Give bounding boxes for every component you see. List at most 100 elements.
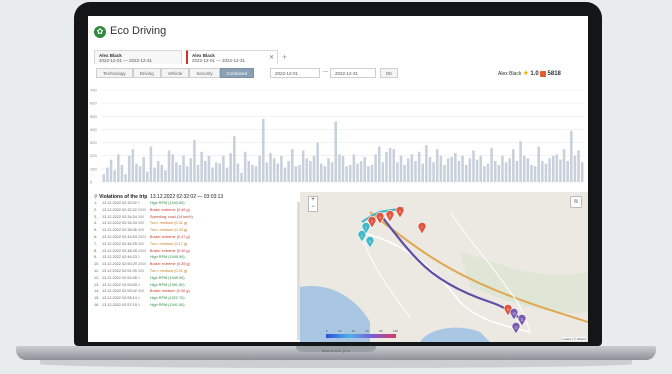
chart-bar[interactable] xyxy=(417,151,421,182)
chart-bar[interactable] xyxy=(580,162,584,182)
chart-bar[interactable] xyxy=(559,159,562,182)
chart-bar[interactable] xyxy=(399,155,403,182)
chart-bar[interactable] xyxy=(287,160,290,182)
chart-bar[interactable] xyxy=(341,155,345,182)
chart-bar[interactable] xyxy=(167,150,171,182)
chart-bar[interactable] xyxy=(309,160,312,182)
violation-row[interactable]: 15. 13.12.2022 02:55:14 1 High RPM (1922.7… xyxy=(94,295,300,302)
chart-bar[interactable] xyxy=(312,155,316,182)
chart-bar[interactable] xyxy=(200,151,203,182)
chart-bar[interactable] xyxy=(425,145,428,182)
violation-row[interactable]: 4. 13.12.2022 02:34:34 300 Turn: medium (0… xyxy=(94,220,300,227)
chart-bar[interactable] xyxy=(109,159,113,182)
chart-bar[interactable] xyxy=(428,157,432,182)
violation-row[interactable]: 10. 13.12.2022 02:50:29 2000 Brake: extrem… xyxy=(94,261,300,268)
chart-bar[interactable] xyxy=(305,158,309,182)
filter-security[interactable]: Security xyxy=(189,68,220,78)
chart-bar[interactable] xyxy=(283,167,287,182)
chart-bar[interactable] xyxy=(265,162,269,182)
chart-bar[interactable] xyxy=(446,158,450,182)
chart-bar[interactable] xyxy=(464,164,468,182)
chart-bar[interactable] xyxy=(298,164,301,182)
chart-bar[interactable] xyxy=(555,154,559,182)
filter-vehicle[interactable]: Vehicle xyxy=(160,68,190,78)
zoom-out-button[interactable]: − xyxy=(309,204,317,211)
chart-bar[interactable] xyxy=(269,153,272,182)
chart-bar[interactable] xyxy=(211,167,214,182)
violation-row[interactable]: 12. 13.12.2022 02:52:08 1 High RPM (1949.9… xyxy=(94,275,300,282)
trip-map[interactable]: 1 2 3 4 5 6 7 8 9 10 11 12 + − ≋ 0 20 40 60 80 100 … xyxy=(300,192,588,342)
chart-bar[interactable] xyxy=(541,160,544,182)
chart-bar[interactable] xyxy=(254,166,258,182)
add-tab-icon[interactable]: + xyxy=(282,52,287,62)
chart-bar[interactable] xyxy=(327,158,330,182)
chart-bar[interactable] xyxy=(189,158,193,182)
chart-bar[interactable] xyxy=(504,162,508,182)
chart-bar[interactable] xyxy=(483,166,486,182)
chart-bar[interactable] xyxy=(301,150,305,182)
chart-bar[interactable] xyxy=(185,166,189,182)
chart-bar[interactable] xyxy=(359,160,363,182)
chart-bar[interactable] xyxy=(262,118,265,182)
chart-bar[interactable] xyxy=(258,155,261,182)
chart-bar[interactable] xyxy=(214,162,218,182)
chart-bar[interactable] xyxy=(280,155,283,182)
date-from-input[interactable]: 2022-12-01 xyxy=(270,68,320,78)
chart-bar[interactable] xyxy=(175,162,178,182)
chart-bar[interactable] xyxy=(156,160,160,182)
ok-button[interactable]: OK xyxy=(380,68,398,78)
chart-bar[interactable] xyxy=(323,166,327,182)
chart-bar[interactable] xyxy=(530,164,533,182)
chart-bar[interactable] xyxy=(439,155,443,182)
chart-bar[interactable] xyxy=(432,162,435,182)
chart-bar[interactable] xyxy=(414,160,417,182)
chart-bar[interactable] xyxy=(356,163,359,182)
filter-technology[interactable]: Technology xyxy=(96,68,133,78)
chart-bar[interactable] xyxy=(193,139,196,182)
chart-bar[interactable] xyxy=(377,146,381,182)
map-canvas[interactable]: 1234 56789101112 xyxy=(300,192,588,342)
chart-bar[interactable] xyxy=(443,164,446,182)
chart-bar[interactable] xyxy=(222,155,225,182)
chart-bar[interactable] xyxy=(537,146,540,182)
chart-bar[interactable] xyxy=(120,164,124,182)
chart-bar[interactable] xyxy=(421,163,424,182)
violation-row[interactable]: 8. 13.12.2022 02:48:28 2000 Brake: extreme… xyxy=(94,248,300,255)
chart-bar[interactable] xyxy=(385,151,388,182)
chart-bar[interactable] xyxy=(160,164,164,182)
chart-bar[interactable] xyxy=(178,164,182,182)
chart-bar[interactable] xyxy=(461,155,464,182)
chart-bar[interactable] xyxy=(410,154,414,182)
violation-row[interactable]: 13. 13.12.2022 02:53:09 1 High RPM (1951.8… xyxy=(94,282,300,289)
chart-bar[interactable] xyxy=(233,136,236,182)
chart-bar[interactable] xyxy=(196,164,200,182)
chart-bar[interactable] xyxy=(330,162,334,182)
chart-bar[interactable] xyxy=(497,164,501,182)
chart-bar[interactable] xyxy=(468,158,472,182)
violation-row[interactable]: 14. 13.12.2022 02:53:42 300 Brake: medium … xyxy=(94,288,300,295)
violation-row[interactable]: 1. 13.12.2022 02:32:02 1 High RPM (1943.80… xyxy=(94,200,300,207)
chart-bar[interactable] xyxy=(551,155,555,182)
chart-bar[interactable] xyxy=(142,157,145,182)
chart-bar[interactable] xyxy=(475,159,479,182)
chart-bar[interactable] xyxy=(573,155,577,182)
chart-bar[interactable] xyxy=(479,155,482,182)
chart-bar[interactable] xyxy=(490,147,493,182)
chart-bar[interactable] xyxy=(338,154,341,182)
chart-bar[interactable] xyxy=(146,171,149,182)
chart-bar[interactable] xyxy=(515,160,519,182)
chart-bar[interactable] xyxy=(522,155,526,182)
chart-bar[interactable] xyxy=(512,149,515,182)
chart-bar[interactable] xyxy=(182,155,185,182)
chart-bar[interactable] xyxy=(229,153,232,182)
chart-bar[interactable] xyxy=(370,164,374,182)
chart-bar[interactable] xyxy=(454,153,457,182)
chart-bar[interactable] xyxy=(486,163,490,182)
chart-bar[interactable] xyxy=(450,157,453,182)
chart-bar[interactable] xyxy=(135,163,138,182)
chart-bar[interactable] xyxy=(396,162,399,182)
chart-bar[interactable] xyxy=(319,163,323,182)
chart-bar[interactable] xyxy=(548,158,551,182)
tab-report-2[interactable]: Alex Black 2022-12-01 — 2022-12-31 ✕ xyxy=(186,50,278,64)
chart-bar[interactable] xyxy=(171,154,174,182)
